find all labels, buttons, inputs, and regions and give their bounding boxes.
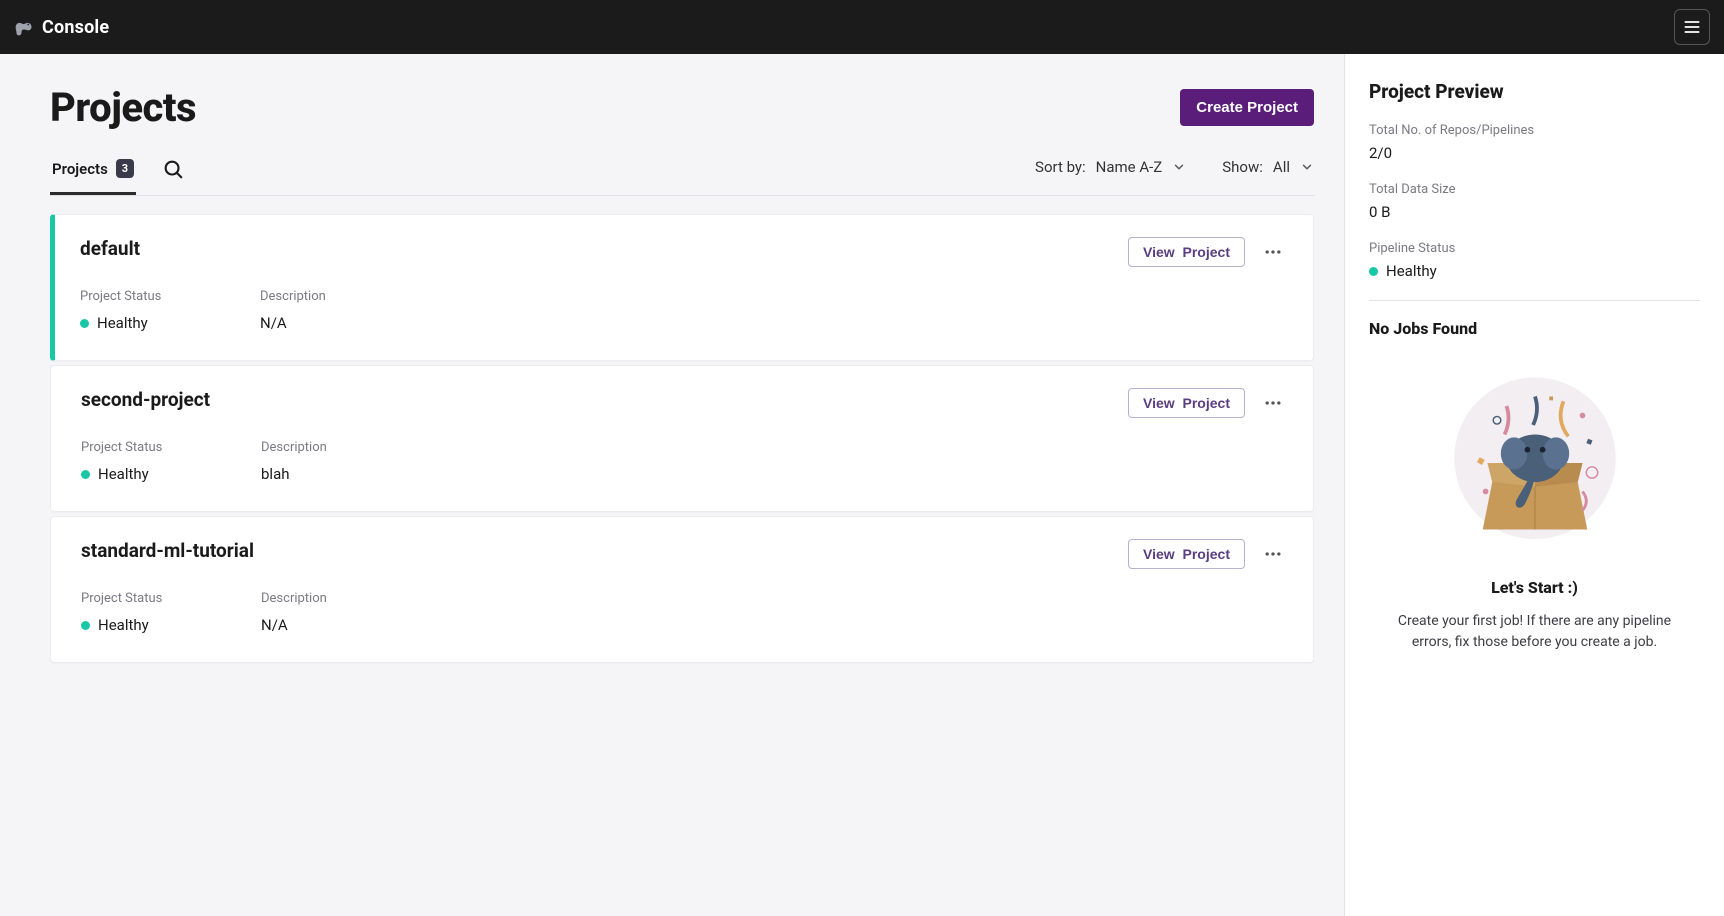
toolbar: Projects 3 Sort by: Name A-Z Show <box>50 149 1314 196</box>
divider <box>1369 300 1700 301</box>
status-dot-icon <box>81 470 90 479</box>
tab-projects[interactable]: Projects 3 <box>50 149 136 195</box>
preview-repos-label: Total No. of Repos/Pipelines <box>1369 123 1700 138</box>
field-label-description: Description <box>260 289 380 304</box>
project-status: Healthy <box>81 465 201 483</box>
project-status: Healthy <box>80 314 200 332</box>
create-project-button[interactable]: Create Project <box>1180 89 1314 126</box>
search-button[interactable] <box>162 158 184 186</box>
view-project-button[interactable]: View Project <box>1128 388 1245 418</box>
more-options-button[interactable] <box>1263 242 1283 262</box>
preview-pipeline-status-text: Healthy <box>1386 262 1437 280</box>
sort-control[interactable]: Sort by: Name A-Z <box>1035 158 1186 176</box>
field-label-description: Description <box>261 440 381 455</box>
field-label-status: Project Status <box>81 440 201 455</box>
project-status: Healthy <box>81 616 201 634</box>
preview-title: Project Preview <box>1369 80 1700 103</box>
tab-count-badge: 3 <box>116 159 134 178</box>
sort-value: Name A-Z <box>1096 158 1163 176</box>
more-options-button[interactable] <box>1263 544 1283 564</box>
chevron-down-icon <box>1300 160 1314 174</box>
preview-datasize-label: Total Data Size <box>1369 182 1700 197</box>
project-name: second-project <box>81 388 210 411</box>
project-status-text: Healthy <box>97 314 148 332</box>
project-card[interactable]: standard-ml-tutorial View Project Projec… <box>50 516 1314 663</box>
project-card[interactable]: default View Project Project Status Heal… <box>50 214 1314 361</box>
empty-state-title: Let's Start :) <box>1369 578 1700 597</box>
preview-pipeline-status-value: Healthy <box>1369 262 1700 280</box>
preview-datasize-value: 0 B <box>1369 203 1700 221</box>
empty-state-description: Create your first job! If there are any … <box>1369 611 1700 653</box>
show-value: All <box>1273 158 1290 176</box>
preview-pipeline-status-label: Pipeline Status <box>1369 241 1700 256</box>
field-label-status: Project Status <box>80 289 200 304</box>
project-description: N/A <box>260 314 380 332</box>
project-name: standard-ml-tutorial <box>81 539 254 562</box>
preview-repos-value: 2/0 <box>1369 144 1700 162</box>
field-label-status: Project Status <box>81 591 201 606</box>
project-name: default <box>80 237 140 260</box>
view-project-button[interactable]: View Project <box>1128 237 1245 267</box>
main-content: Projects Create Project Projects 3 Sort <box>0 54 1344 916</box>
hamburger-menu-button[interactable] <box>1674 9 1710 45</box>
tab-label: Projects <box>52 160 108 178</box>
status-dot-icon <box>1369 267 1378 276</box>
project-description: N/A <box>261 616 381 634</box>
project-list: default View Project Project Status Heal… <box>50 214 1314 665</box>
status-dot-icon <box>80 319 89 328</box>
project-preview-panel: Project Preview Total No. of Repos/Pipel… <box>1344 54 1724 916</box>
more-options-button[interactable] <box>1263 393 1283 413</box>
show-control[interactable]: Show: All <box>1222 158 1314 176</box>
view-project-button[interactable]: View Project <box>1128 539 1245 569</box>
page-title: Projects <box>50 84 196 131</box>
project-description: blah <box>261 465 381 483</box>
project-status-text: Healthy <box>98 465 149 483</box>
project-card[interactable]: second-project View Project Project Stat… <box>50 365 1314 512</box>
chevron-down-icon <box>1172 160 1186 174</box>
no-jobs-heading: No Jobs Found <box>1369 319 1700 338</box>
brand-title: Console <box>42 17 109 38</box>
status-dot-icon <box>81 621 90 630</box>
brand-logo-icon <box>14 17 34 37</box>
field-label-description: Description <box>261 591 381 606</box>
show-label-prefix: Show: <box>1222 158 1263 176</box>
sort-label-prefix: Sort by: <box>1035 158 1086 176</box>
brand: Console <box>14 17 109 38</box>
empty-state-illustration <box>1369 368 1700 558</box>
project-status-text: Healthy <box>98 616 149 634</box>
top-bar: Console <box>0 0 1724 54</box>
